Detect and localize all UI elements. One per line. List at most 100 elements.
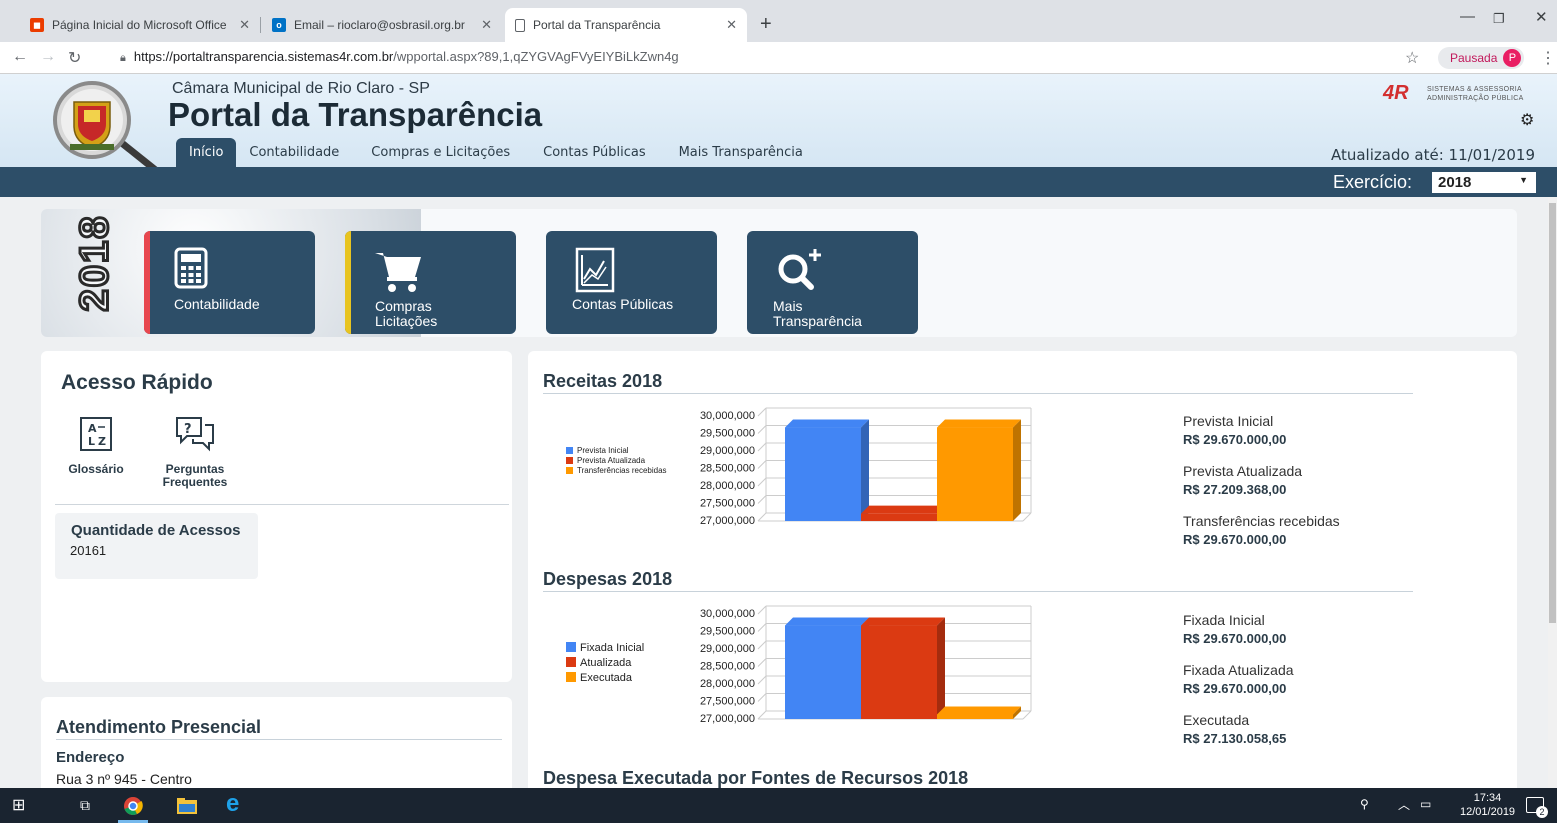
updated-date: Atualizado até: 11/01/2019: [1330, 146, 1535, 164]
close-icon[interactable]: ✕: [481, 17, 492, 33]
url-field[interactable]: 🔒︎ https://portaltransparencia.sistemas4r…: [120, 49, 679, 65]
divider: [543, 393, 1413, 394]
tile-label-1: Compras: [375, 298, 432, 314]
address-bar: ← → ↻ 🔒︎ https://portaltransparencia.sist…: [0, 42, 1557, 74]
menu-kebab-icon[interactable]: ⋮: [1540, 48, 1556, 68]
receitas-chart: Prevista InicialPrevista AtualizadaTrans…: [566, 407, 1032, 527]
legend-label: Fixada Inicial: [580, 642, 644, 654]
nav-inicio[interactable]: Início: [176, 138, 237, 168]
legend-label: Atualizada: [580, 657, 632, 669]
tile-label: Contas Públicas: [572, 296, 674, 312]
gridline-depth: [757, 675, 767, 685]
task-view-icon[interactable]: ⧉: [80, 797, 90, 814]
battery-icon[interactable]: ▭: [1420, 797, 1431, 811]
legend-label: Transferências recebidas: [577, 466, 667, 475]
despesas-title: Despesas 2018: [543, 569, 673, 589]
faq-link[interactable]: ? Perguntas Frequentes: [155, 415, 235, 489]
chart-document-icon: [575, 247, 615, 293]
tile-mais-transparencia[interactable]: Mais Transparência: [747, 231, 918, 334]
window-close-button[interactable]: ✕: [1535, 8, 1548, 26]
url-path: /wpportal.aspx?89,1,qZYGVAgFVyEIYBiLkZwn…: [393, 49, 679, 64]
summary-value: R$ 27.209.368,00: [1183, 482, 1287, 497]
file-explorer-icon[interactable]: [177, 798, 197, 814]
office-icon: ◼: [30, 18, 44, 32]
plot-border: [1022, 512, 1032, 522]
bar-top: [861, 505, 945, 514]
legend-swatch: [566, 447, 573, 454]
y-tick-label: 27,000,000: [700, 713, 755, 725]
chevron-up-icon[interactable]: ︿: [1398, 796, 1410, 813]
gear-icon[interactable]: ⚙: [1520, 110, 1534, 130]
browser-tab-portal[interactable]: Portal da Transparência ✕: [505, 8, 747, 42]
bar-side: [937, 617, 945, 719]
glossary-link[interactable]: A L Z Glossário: [65, 415, 127, 476]
y-tick-label: 29,000,000: [700, 445, 755, 457]
notifications-icon[interactable]: 2: [1526, 797, 1548, 818]
bar: [861, 625, 937, 719]
chrome-icon[interactable]: [123, 796, 143, 816]
maximize-button[interactable]: ❐: [1493, 11, 1505, 27]
exercicio-select[interactable]: 2018 ▼: [1432, 172, 1536, 193]
gridline-depth: [757, 407, 767, 417]
legend-label: Executada: [580, 672, 633, 684]
tile-contabilidade[interactable]: Contabilidade: [144, 231, 315, 334]
back-icon[interactable]: ←: [12, 48, 28, 66]
quick-access-panel: Acesso Rápido A L Z Glossário ? Pergunta…: [41, 351, 512, 682]
summary-label: Fixada Inicial: [1183, 612, 1265, 628]
bar-top: [937, 706, 1021, 715]
profile-button[interactable]: Pausada P: [1438, 47, 1525, 69]
nav-contabilidade[interactable]: Contabilidade: [236, 138, 352, 168]
bar-top: [785, 617, 869, 626]
people-icon[interactable]: ⚲: [1360, 797, 1369, 811]
receitas-summary: Prevista Inicial R$ 29.670.000,00 Previs…: [1183, 413, 1443, 547]
tab-title: Página Inicial do Microsoft Office: [52, 18, 227, 32]
scrollbar-thumb[interactable]: [1549, 203, 1556, 623]
chevron-down-icon: ▼: [1519, 175, 1528, 185]
y-tick-label: 29,500,000: [700, 428, 755, 440]
nav-mais-transparencia[interactable]: Mais Transparência: [659, 138, 816, 168]
year-banner: 2018 Contabilidade Compras Licitações Co…: [41, 209, 1517, 337]
tile-compras-licitacoes[interactable]: Compras Licitações: [345, 231, 516, 334]
system-clock[interactable]: 17:34 12/01/2019: [1460, 791, 1515, 819]
divider: [55, 504, 509, 505]
new-tab-button[interactable]: +: [760, 13, 772, 36]
bar-top: [785, 419, 869, 428]
page-scrollbar[interactable]: [1548, 197, 1557, 788]
legend-swatch: [566, 457, 573, 464]
gridline-depth: [757, 658, 767, 667]
lock-icon: 🔒︎: [120, 52, 126, 64]
despesas-summary: Fixada Inicial R$ 29.670.000,00 Fixada A…: [1183, 612, 1443, 746]
gridline-depth: [757, 442, 767, 452]
tile-label-1: Mais: [773, 298, 803, 314]
browser-tab-email[interactable]: o Email – rioclaro@osbrasil.org.br ✕: [262, 8, 502, 42]
city-emblem-magnifier-icon: [53, 81, 160, 170]
minimize-button[interactable]: —: [1460, 8, 1475, 25]
bar: [785, 625, 861, 719]
tile-contas-publicas[interactable]: Contas Públicas: [546, 231, 717, 334]
reload-icon[interactable]: ↻: [68, 48, 81, 68]
gridline-depth: [757, 460, 767, 469]
logo-text-2: ADMINISTRAÇÃO PÚBLICA: [1427, 95, 1524, 102]
exercicio-bar: Exercício: 2018 ▼: [0, 167, 1557, 197]
close-icon[interactable]: ✕: [239, 17, 250, 33]
summary-label: Fixada Atualizada: [1183, 662, 1294, 678]
tile-stripe: [144, 231, 150, 334]
forward-icon[interactable]: →: [40, 48, 56, 66]
tile-stripe: [345, 231, 351, 334]
bar-side: [861, 419, 869, 521]
summary-label: Transferências recebidas: [1183, 513, 1340, 529]
nav-compras-licitacoes[interactable]: Compras e Licitações: [352, 138, 523, 168]
y-tick-label: 28,500,000: [700, 661, 755, 673]
nav-contas-publicas[interactable]: Contas Públicas: [523, 138, 658, 168]
edge-browser-icon[interactable]: e: [226, 790, 239, 818]
browser-tab-office[interactable]: ◼ Página Inicial do Microsoft Office ✕: [20, 8, 261, 42]
divider: [56, 739, 502, 740]
svg-text:L: L: [88, 435, 95, 448]
logo-text-1: SISTEMAS & ASSESSORIA: [1427, 86, 1522, 93]
gridline-depth: [757, 710, 767, 720]
summary-value: R$ 29.670.000,00: [1183, 631, 1287, 646]
close-icon[interactable]: ✕: [726, 17, 737, 33]
windows-start-icon[interactable]: ⊞: [12, 795, 25, 815]
bookmark-star-icon[interactable]: ☆: [1405, 48, 1419, 68]
gridline-depth: [757, 623, 767, 632]
